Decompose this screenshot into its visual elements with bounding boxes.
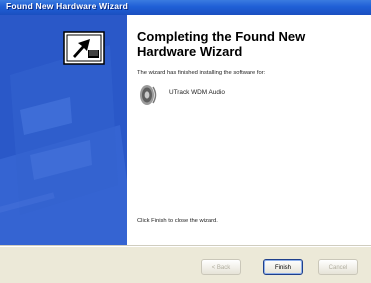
hardware-graphic (0, 31, 127, 245)
close-hint-text: Click Finish to close the wizard. (137, 218, 218, 224)
wizard-window: Found New Hardware Wizard Completing the… (0, 0, 371, 283)
hardware-install-icon (63, 31, 105, 65)
intro-text: The wizard has finished installing the s… (137, 70, 266, 76)
speaker-icon (140, 85, 157, 105)
page-heading: Completing the Found New Hardware Wizard (137, 29, 306, 59)
device-name: UTrack WDM Audio (169, 89, 225, 96)
finish-button[interactable]: Finish (263, 259, 303, 275)
button-bar: < Back Finish Cancel (0, 247, 371, 283)
cancel-button[interactable]: Cancel (318, 259, 358, 275)
window-title: Found New Hardware Wizard (6, 1, 129, 11)
wizard-content: Completing the Found New Hardware Wizard… (127, 15, 371, 245)
back-button[interactable]: < Back (201, 259, 241, 275)
wizard-side-panel (0, 15, 127, 245)
title-bar[interactable]: Found New Hardware Wizard (0, 0, 371, 15)
